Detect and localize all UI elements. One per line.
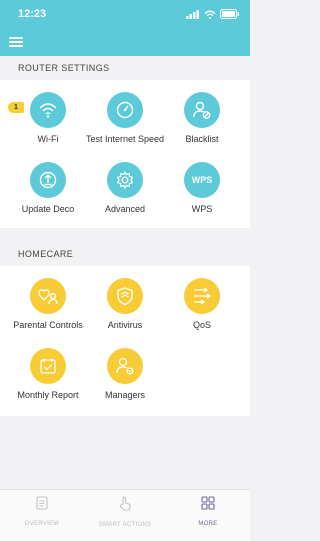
router-settings-header: ROUTER SETTINGS <box>18 63 110 73</box>
nav-more[interactable]: MORE <box>168 496 248 527</box>
status-bar: 12:23 <box>0 0 250 28</box>
status-time: 12:23 <box>18 8 47 20</box>
wps-icon: WPS <box>184 162 220 198</box>
wps-label: WPS <box>191 204 213 214</box>
managers-label: Managers <box>104 390 146 400</box>
nav-smart-actions[interactable]: SMART ACTIONS <box>85 496 165 528</box>
qos-tile[interactable]: QoS <box>162 278 242 331</box>
advanced-tile[interactable]: Advanced <box>85 162 165 215</box>
test-internet-speed-label: Test Internet Speed <box>85 134 165 144</box>
nav-overview-label: OVERVIEW <box>24 521 60 527</box>
qos-icon <box>184 278 220 314</box>
calendar-icon <box>30 348 66 384</box>
antivirus-label: Antivirus <box>107 320 143 330</box>
monthly-report-label: Monthly Report <box>17 390 79 400</box>
update-icon <box>30 162 66 198</box>
family-icon <box>30 278 66 314</box>
blacklist-label: Blacklist <box>185 134 219 144</box>
grid-icon <box>201 496 215 510</box>
antivirus-tile[interactable]: Antivirus <box>85 278 165 331</box>
nav-overview[interactable]: OVERVIEW <box>2 496 82 527</box>
nav-more-label: MORE <box>198 521 218 527</box>
bottom-nav: OVERVIEW SMART ACTIONS MORE <box>0 489 250 541</box>
wps-icon-text: WPS <box>191 175 213 185</box>
managers-tile[interactable]: Managers <box>85 348 165 401</box>
parental-controls-label: Parental Controls <box>13 320 83 330</box>
update-deco-label: Update Deco <box>21 204 75 214</box>
wifi-status-icon <box>204 10 216 19</box>
qos-label: QoS <box>192 320 211 330</box>
test-internet-speed-tile[interactable]: Test Internet Speed <box>85 92 165 145</box>
wifi-icon <box>30 92 66 128</box>
signal-icon <box>186 9 199 19</box>
homecare-header: HOMECARE <box>18 249 74 259</box>
tap-icon <box>119 496 131 511</box>
monthly-report-tile[interactable]: Monthly Report <box>8 348 88 401</box>
document-icon <box>36 496 48 510</box>
wifi-tile[interactable]: Wi-Fi <box>8 92 88 145</box>
blacklist-tile[interactable]: Blacklist <box>162 92 242 145</box>
speedometer-icon <box>107 92 143 128</box>
menu-button[interactable] <box>9 37 23 47</box>
update-deco-tile[interactable]: Update Deco <box>8 162 88 215</box>
gear-icon <box>107 162 143 198</box>
parental-controls-tile[interactable]: Parental Controls <box>8 278 88 331</box>
nav-smart-actions-label: SMART ACTIONS <box>98 522 152 528</box>
status-icons <box>186 9 240 19</box>
wifi-label: Wi-Fi <box>37 134 59 144</box>
user-block-icon <box>184 92 220 128</box>
shield-icon <box>107 278 143 314</box>
wps-tile[interactable]: WPS WPS <box>162 162 242 215</box>
homecare-panel: Parental Controls Antivirus QoS Monthly … <box>0 266 250 416</box>
app-header: 12:23 <box>0 0 250 56</box>
battery-icon <box>220 9 239 19</box>
advanced-label: Advanced <box>104 204 146 214</box>
router-settings-panel: Wi-Fi Test Internet Speed Blacklist Upda… <box>0 80 250 228</box>
wifi-notification-badge: 1 <box>8 102 24 113</box>
user-gear-icon <box>107 348 143 384</box>
